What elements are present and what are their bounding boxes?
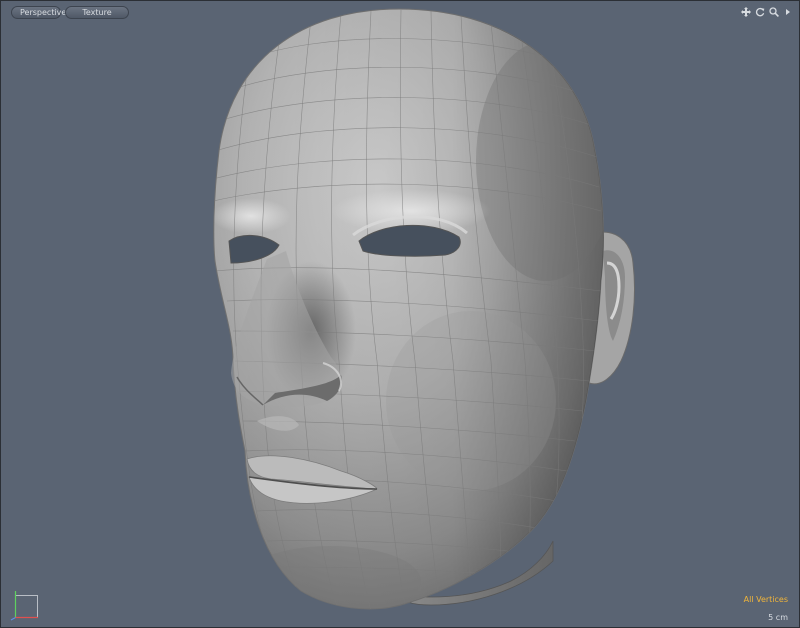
rotate-icon[interactable] <box>754 6 765 18</box>
menu-arrow-icon[interactable] <box>782 6 793 18</box>
3d-viewport[interactable]: Perspective Texture All Vertices 5 cm <box>0 0 800 628</box>
viewport-tools <box>740 5 793 19</box>
axis-gizmo-icon <box>10 591 38 621</box>
pan-icon[interactable] <box>740 6 751 18</box>
tab-texture[interactable]: Texture <box>65 6 129 19</box>
tab-perspective[interactable]: Perspective <box>11 6 66 19</box>
grid-scale-label: 5 cm <box>768 613 788 622</box>
viewport-tabs: Perspective Texture <box>11 6 129 19</box>
zoom-icon[interactable] <box>768 6 779 18</box>
head-mesh[interactable] <box>1 1 800 628</box>
selection-mode-label: All Vertices <box>743 595 788 604</box>
